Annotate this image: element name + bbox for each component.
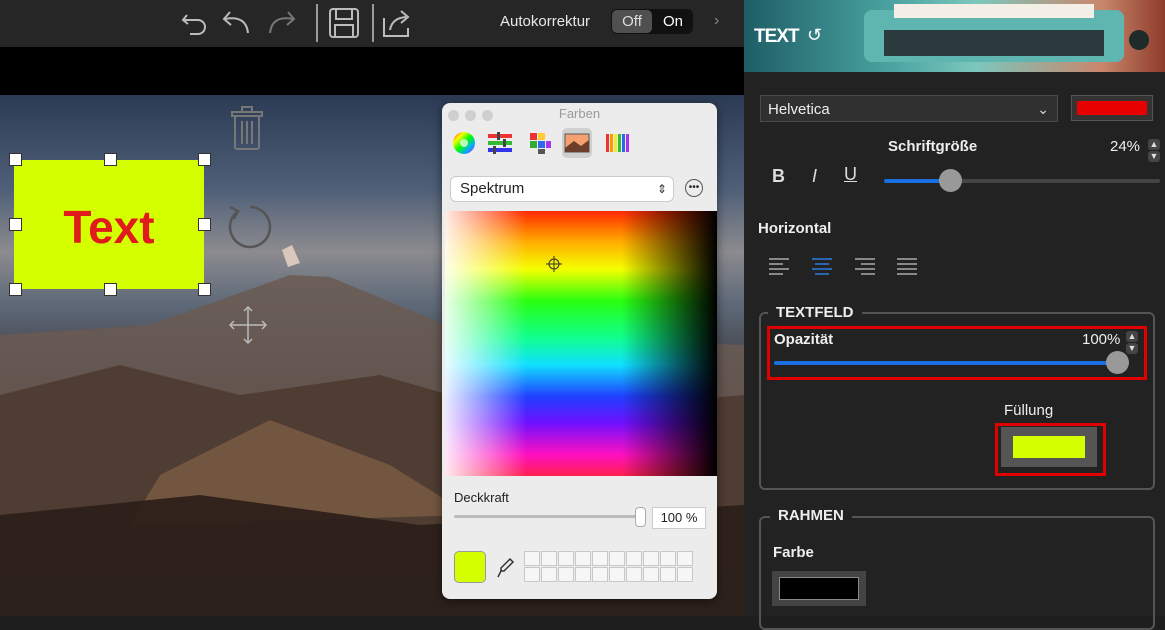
color-mode-select[interactable]: Spektrum ⇕ — [451, 177, 673, 201]
frame-color-swatch — [779, 577, 859, 600]
font-size-slider-knob[interactable] — [939, 169, 962, 192]
move-icon[interactable] — [226, 303, 270, 352]
saved-color-slot[interactable] — [592, 567, 608, 582]
align-right-icon[interactable] — [854, 256, 876, 278]
saved-color-slot[interactable] — [643, 567, 659, 582]
font-color-button[interactable] — [1071, 95, 1153, 121]
canvas-top-margin — [0, 47, 744, 95]
color-mode-value: Spektrum — [460, 180, 525, 197]
colors-window: Farben Spektrum ⇕ ••• Deckkraft 100 % — [442, 103, 717, 599]
align-left-icon[interactable] — [768, 256, 790, 278]
saved-color-slot[interactable] — [677, 551, 693, 566]
fill-label: Füllung — [1004, 402, 1054, 419]
current-color-swatch[interactable] — [454, 551, 486, 583]
saved-color-slot[interactable] — [541, 551, 557, 566]
italic-button[interactable]: I — [812, 166, 817, 187]
more-options-icon[interactable]: ••• — [685, 179, 703, 197]
opacity-slider[interactable] — [454, 515, 639, 518]
saved-color-slot[interactable] — [558, 567, 574, 582]
undo-step-icon[interactable] — [220, 6, 254, 40]
opacity-value-field[interactable]: 100 % — [652, 507, 706, 529]
text-box[interactable]: Text — [14, 160, 204, 289]
opacity-slider-knob[interactable] — [635, 507, 646, 527]
stepper-up-icon[interactable]: ▲ — [1148, 139, 1160, 150]
font-family-value: Helvetica — [768, 101, 830, 118]
color-wheel-icon[interactable] — [449, 128, 479, 158]
resize-handle[interactable] — [9, 153, 22, 166]
font-size-value: 24% — [1110, 138, 1141, 155]
pencils-icon[interactable] — [602, 128, 632, 158]
fill-highlight-box — [995, 423, 1106, 476]
toolbar-divider — [316, 4, 318, 42]
font-size-slider[interactable] — [884, 169, 1160, 192]
font-size-stepper[interactable]: ▲ ▼ — [1148, 139, 1160, 162]
resize-handle[interactable] — [9, 283, 22, 296]
saved-color-slot[interactable] — [660, 551, 676, 566]
toggle-off-option[interactable]: Off — [612, 10, 652, 33]
font-size-label: Schriftgröße — [888, 138, 978, 155]
underline-button[interactable]: U — [844, 164, 857, 185]
image-palettes-icon[interactable] — [562, 128, 592, 158]
undo-icon[interactable] — [178, 6, 212, 40]
toggle-on-option[interactable]: On — [653, 10, 693, 33]
panel-header-image: TEXT ↺ — [744, 0, 1165, 72]
saved-color-slot[interactable] — [626, 551, 642, 566]
select-arrows-icon: ⇕ — [656, 182, 667, 196]
autocorrect-toggle[interactable]: Off On — [611, 9, 693, 34]
rotate-icon[interactable] — [224, 201, 274, 258]
resize-handle[interactable] — [198, 153, 211, 166]
frame-color-button[interactable] — [772, 571, 866, 606]
chevron-right-icon[interactable]: › — [714, 12, 719, 30]
saved-color-slot[interactable] — [660, 567, 676, 582]
stepper-down-icon[interactable]: ▼ — [1148, 151, 1160, 162]
text-box-content[interactable]: Text — [14, 200, 204, 254]
textfield-group-title: TEXTFELD — [768, 304, 862, 321]
share-icon[interactable] — [380, 6, 414, 40]
toolbar: Autokorrektur Off On › — [0, 0, 744, 47]
saved-color-slot[interactable] — [643, 551, 659, 566]
align-justify-icon[interactable] — [896, 256, 918, 278]
redo-icon[interactable] — [264, 6, 298, 40]
panel-title: TEXT — [754, 26, 800, 47]
saved-color-slot[interactable] — [575, 567, 591, 582]
opacity-label: Deckkraft — [454, 490, 509, 505]
crosshair-icon — [546, 256, 562, 272]
text-properties-panel: TEXT ↺ Helvetica ⌄ Schriftgröße 24% ▲ ▼ B… — [744, 0, 1165, 630]
saved-color-slot[interactable] — [541, 567, 557, 582]
font-family-select[interactable]: Helvetica ⌄ — [760, 95, 1058, 122]
chevron-down-icon: ⌄ — [1037, 101, 1049, 117]
opacity-highlight-box — [767, 326, 1147, 380]
save-icon[interactable] — [327, 6, 361, 40]
resize-handle[interactable] — [198, 283, 211, 296]
colors-window-title: Farben — [558, 106, 601, 121]
frame-group-title: RAHMEN — [770, 507, 852, 524]
font-color-swatch — [1077, 101, 1147, 115]
autocorrect-label: Autokorrektur — [500, 13, 591, 30]
resize-handle[interactable] — [9, 218, 22, 231]
back-arrow-icon[interactable]: ↺ — [807, 25, 822, 46]
color-spectrum[interactable] — [445, 211, 717, 476]
saved-color-slot[interactable] — [609, 551, 625, 566]
trash-icon[interactable] — [228, 104, 266, 157]
color-sliders-icon[interactable] — [485, 128, 515, 158]
resize-handle[interactable] — [198, 218, 211, 231]
saved-color-slot[interactable] — [677, 567, 693, 582]
color-palettes-icon[interactable] — [525, 128, 555, 158]
saved-color-slot[interactable] — [626, 567, 642, 582]
frame-color-label: Farbe — [773, 544, 814, 561]
resize-handle[interactable] — [104, 153, 117, 166]
saved-color-slot[interactable] — [575, 551, 591, 566]
toolbar-divider — [372, 4, 374, 42]
saved-color-slot[interactable] — [609, 567, 625, 582]
align-center-icon[interactable] — [811, 256, 833, 278]
saved-color-slot[interactable] — [524, 551, 540, 566]
saved-color-slot[interactable] — [558, 551, 574, 566]
saved-color-slot[interactable] — [524, 567, 540, 582]
saved-color-slot[interactable] — [592, 551, 608, 566]
resize-handle[interactable] — [104, 283, 117, 296]
horizontal-label: Horizontal — [758, 220, 832, 237]
eyedropper-icon[interactable] — [497, 557, 515, 584]
bold-button[interactable]: B — [772, 166, 785, 187]
